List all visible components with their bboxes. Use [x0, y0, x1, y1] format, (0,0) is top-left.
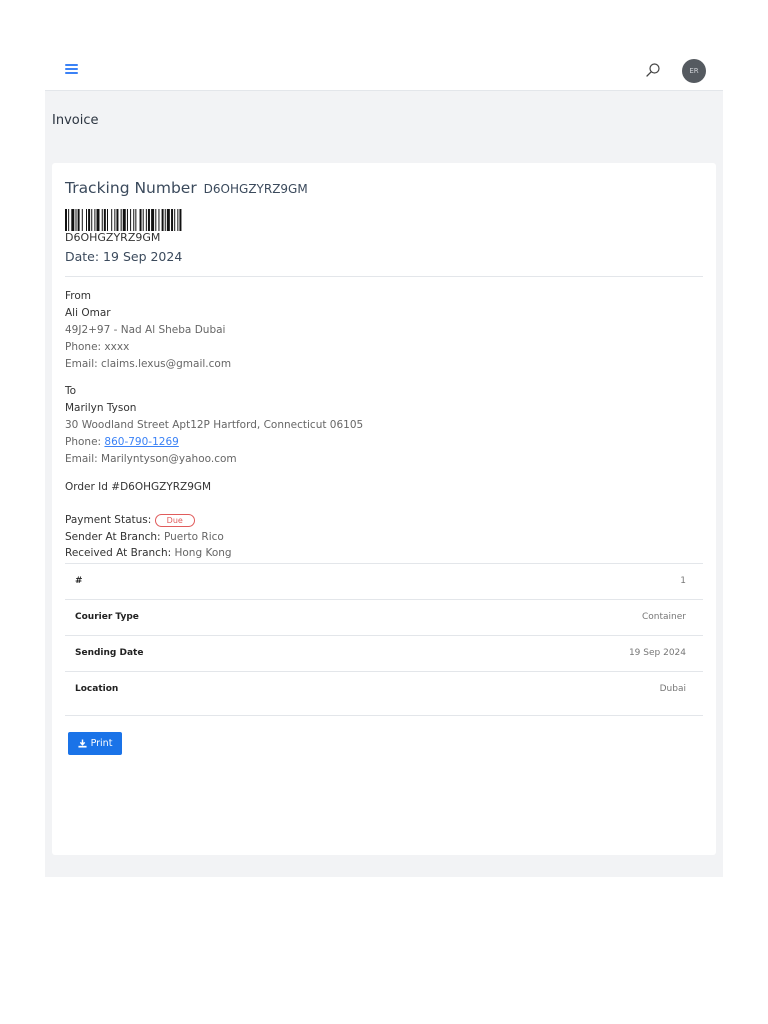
details-table: # 1 Courier Type Container Sending Date …: [65, 563, 703, 707]
barcode-text: D6OHGZYRZ9GM: [65, 231, 161, 244]
tracking-label: Tracking Number: [65, 179, 197, 197]
divider: [65, 715, 703, 716]
avatar[interactable]: ER: [682, 59, 706, 83]
row-label: Sending Date: [75, 648, 144, 658]
to-section: To Marilyn Tyson 30 Woodland Street Apt1…: [65, 383, 363, 468]
sender-branch-label: Sender At Branch:: [65, 531, 161, 543]
divider: [65, 276, 703, 277]
payment-status-label: Payment Status:: [65, 514, 152, 526]
from-email-value: claims.lexus@gmail.com: [101, 358, 232, 370]
to-email: Email: Marilyntyson@yahoo.com: [65, 451, 363, 468]
to-heading: To: [65, 385, 77, 397]
to-email-label: Email:: [65, 453, 98, 465]
row-value: Dubai: [659, 684, 686, 694]
from-heading: From: [65, 290, 92, 302]
app-shell: ER Invoice Tracking Number D6OHGZYRZ9GM …: [45, 46, 723, 877]
hamburger-icon[interactable]: [65, 64, 78, 74]
barcode: [65, 209, 182, 231]
page-title: Invoice: [52, 113, 99, 128]
row-value: Container: [642, 612, 686, 622]
from-email-label: Email:: [65, 358, 98, 370]
received-branch-label: Received At Branch:: [65, 547, 172, 559]
from-address: 49J2+97 - Nad Al Sheba Dubai: [65, 324, 226, 336]
to-email-value: Marilyntyson@yahoo.com: [101, 453, 237, 465]
from-phone: Phone: xxxx: [65, 339, 231, 356]
download-icon: [78, 739, 87, 748]
from-phone-label: Phone:: [65, 341, 102, 353]
row-value: 19 Sep 2024: [628, 648, 686, 658]
from-section: From Ali Omar 49J2+97 - Nad Al Sheba Dub…: [65, 288, 231, 373]
search-icon[interactable]: [645, 62, 661, 78]
sender-branch: Sender At Branch: Puerto Rico: [65, 529, 232, 545]
print-label: Print: [90, 738, 113, 749]
top-navbar: ER: [45, 46, 723, 91]
row-value: 1: [680, 576, 686, 586]
order-id: Order Id #D6OHGZYRZ9GM: [65, 481, 212, 493]
sender-branch-value: Puerto Rico: [163, 531, 224, 543]
tracking-heading: Tracking Number D6OHGZYRZ9GM: [65, 179, 308, 197]
received-branch: Received At Branch: Hong Kong: [65, 545, 232, 561]
status-badge: Due: [154, 513, 195, 527]
table-row: # 1: [65, 563, 703, 599]
received-branch-value: Hong Kong: [174, 547, 232, 559]
row-label: Location: [75, 684, 119, 694]
to-address: 30 Woodland Street Apt12P Hartford, Conn…: [65, 419, 364, 431]
to-name: Marilyn Tyson: [65, 402, 137, 414]
to-phone: Phone: 860-790-1269: [65, 434, 363, 451]
payment-status: Payment Status: Due: [65, 512, 232, 529]
to-phone-link[interactable]: 860-790-1269: [104, 436, 178, 448]
status-section: Payment Status: Due Sender At Branch: Pu…: [65, 512, 232, 561]
row-label: #: [75, 576, 83, 586]
invoice-date: Date: 19 Sep 2024: [65, 249, 183, 264]
invoice-card: Tracking Number D6OHGZYRZ9GM D6OHGZYRZ9G…: [52, 163, 716, 855]
from-phone-value: xxxx: [104, 341, 130, 353]
from-email: Email: claims.lexus@gmail.com: [65, 356, 231, 373]
print-button[interactable]: Print: [68, 732, 122, 755]
tracking-number: D6OHGZYRZ9GM: [203, 182, 308, 196]
table-row: Location Dubai: [65, 671, 703, 707]
order-section: Order Id #D6OHGZYRZ9GM: [65, 479, 211, 496]
from-name: Ali Omar: [65, 307, 111, 319]
to-phone-label: Phone:: [65, 436, 102, 448]
table-row: Sending Date 19 Sep 2024: [65, 635, 703, 671]
row-label: Courier Type: [75, 612, 139, 622]
table-row: Courier Type Container: [65, 599, 703, 635]
